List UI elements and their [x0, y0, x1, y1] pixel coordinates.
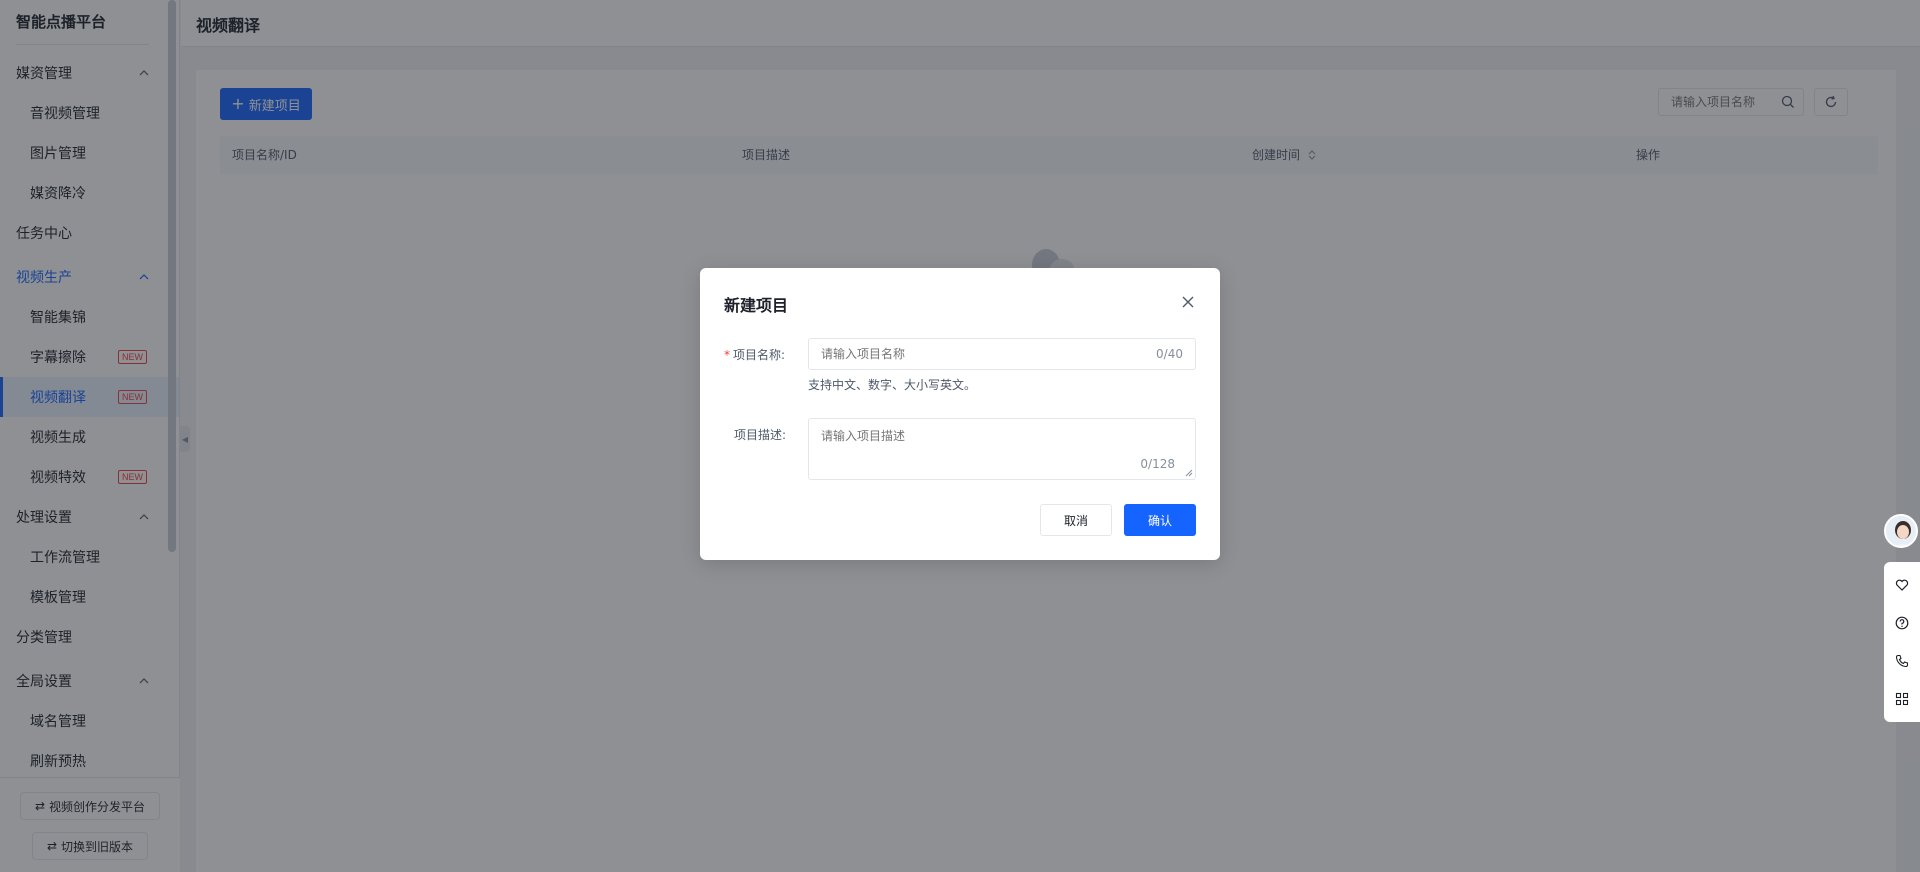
project-name-hint: 支持中文、数字、大小写英文。: [808, 378, 977, 392]
cancel-button[interactable]: 取消: [1040, 504, 1112, 536]
assistant-avatar[interactable]: [1884, 514, 1918, 548]
confirm-button[interactable]: 确认: [1124, 504, 1196, 536]
apps-button[interactable]: [1894, 691, 1910, 707]
project-desc-textarea[interactable]: [809, 419, 1195, 479]
question-icon: [1895, 616, 1909, 630]
help-button[interactable]: [1894, 615, 1910, 631]
char-counter: 0/40: [1156, 347, 1183, 361]
floating-toolbar: [1884, 562, 1920, 722]
heart-icon: [1895, 579, 1909, 591]
project-desc-field: 0/128: [808, 418, 1196, 480]
project-name-field: 0/40: [808, 338, 1196, 370]
required-mark: *: [724, 348, 730, 362]
project-name-label: * 项目名称:: [724, 346, 785, 363]
label-text: 项目名称:: [733, 348, 786, 362]
project-desc-label: 项目描述:: [734, 428, 787, 442]
project-name-input[interactable]: [809, 339, 1157, 369]
phone-icon: [1895, 654, 1909, 668]
favorite-button[interactable]: [1894, 577, 1910, 593]
resize-grip-icon[interactable]: [1185, 469, 1193, 477]
dialog-title: 新建项目: [724, 296, 789, 315]
new-project-dialog: 新建项目 *项目名称: 0/40 支持中文、数字、大小写英文。 项目描述: 0/…: [700, 268, 1220, 560]
phone-button[interactable]: [1894, 653, 1910, 669]
close-icon[interactable]: [1180, 294, 1196, 310]
char-counter: 0/128: [1140, 457, 1175, 471]
grid-icon: [1895, 692, 1909, 706]
